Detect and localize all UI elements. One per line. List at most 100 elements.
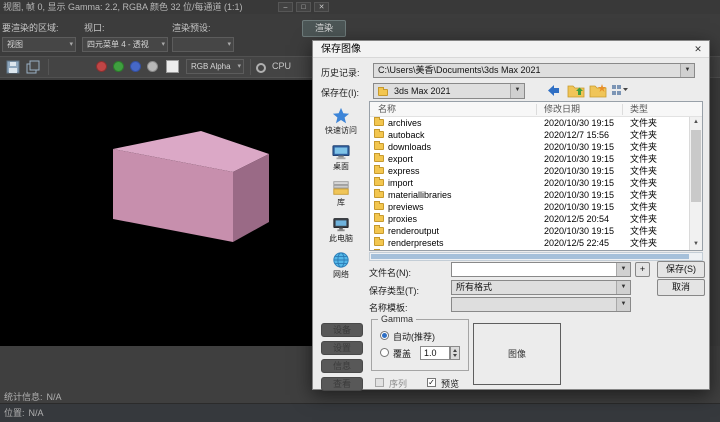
- file-row[interactable]: sceneassets 2020/10/30 19:15 文件夹: [370, 249, 689, 250]
- view-menu-button[interactable]: [611, 83, 631, 100]
- file-name: downloads: [388, 142, 432, 152]
- alpha-channel-button[interactable]: [147, 61, 158, 72]
- file-type: 文件夹: [630, 214, 658, 224]
- column-header-type[interactable]: 类型: [630, 102, 648, 116]
- setup-button[interactable]: 设置: [321, 341, 363, 355]
- sidebar-item-desktop[interactable]: 桌面: [315, 143, 367, 172]
- render-settings-icon[interactable]: [255, 61, 267, 79]
- file-row[interactable]: import 2020/10/30 19:15 文件夹: [370, 177, 689, 189]
- file-name-input[interactable]: ▼: [451, 262, 631, 277]
- history-label: 历史记录:: [321, 68, 360, 78]
- file-type: 文件夹: [630, 154, 658, 164]
- render-button[interactable]: 渲染: [302, 20, 346, 37]
- view-button[interactable]: 查看: [321, 377, 363, 391]
- sidebar-item-star[interactable]: 快速访问: [315, 107, 367, 136]
- file-row[interactable]: autoback 2020/12/7 15:56 文件夹: [370, 129, 689, 141]
- chevron-down-icon[interactable]: ▼: [616, 298, 630, 311]
- cancel-button[interactable]: 取消: [657, 279, 705, 296]
- device-button[interactable]: 设备: [321, 323, 363, 337]
- vertical-scrollbar[interactable]: [689, 117, 702, 250]
- scroll-down-icon[interactable]: [690, 239, 702, 250]
- file-name: proxies: [388, 214, 418, 224]
- library-icon: [315, 179, 367, 198]
- file-date: 2020/10/30 19:15: [544, 142, 615, 152]
- file-row[interactable]: express 2020/10/30 19:15 文件夹: [370, 165, 689, 177]
- file-name: autoback: [388, 130, 425, 140]
- clone-frame-icon[interactable]: [26, 60, 41, 80]
- gamma-auto-radio[interactable]: [380, 331, 389, 340]
- file-type: 文件夹: [630, 202, 658, 212]
- chevron-down-icon[interactable]: ▼: [680, 64, 694, 77]
- file-row[interactable]: proxies 2020/12/5 20:54 文件夹: [370, 213, 689, 225]
- sidebar-item-network[interactable]: 网络: [315, 251, 367, 280]
- sidebar-item-library[interactable]: 库: [315, 179, 367, 208]
- dialog-close-button[interactable]: ✕: [691, 43, 705, 56]
- preview-checkbox[interactable]: ✓: [427, 378, 436, 387]
- folder-icon: [374, 153, 384, 162]
- gamma-override-label: 覆盖: [393, 349, 412, 359]
- up-one-level-button[interactable]: [567, 83, 587, 100]
- save-in-combobox[interactable]: 3ds Max 2021 ▼: [373, 83, 525, 99]
- scrollbar-thumb[interactable]: [691, 130, 701, 202]
- save-button[interactable]: 保存(S): [657, 261, 705, 278]
- file-row[interactable]: previews 2020/10/30 19:15 文件夹: [370, 201, 689, 213]
- computer-icon: [315, 215, 367, 234]
- render-preset-dropdown[interactable]: [172, 37, 234, 52]
- save-image-icon[interactable]: [6, 60, 20, 80]
- file-list: 名称 修改日期 类型 archives 2020/10/30 19:15 文件夹 au…: [369, 101, 703, 251]
- add-to-history-button[interactable]: +: [635, 262, 650, 277]
- scroll-up-icon[interactable]: [690, 117, 702, 128]
- rendered-box-image: [113, 131, 269, 242]
- maximize-button[interactable]: □: [296, 2, 311, 12]
- file-date: 2020/10/30 19:15: [544, 154, 615, 164]
- close-window-button[interactable]: ✕: [314, 2, 329, 12]
- gamma-group-label: Gamma: [378, 314, 417, 324]
- area-to-render-dropdown[interactable]: 视图: [2, 37, 76, 52]
- chevron-down-icon[interactable]: ▼: [616, 281, 630, 294]
- gamma-override-radio[interactable]: [380, 348, 389, 357]
- file-name: previews: [388, 202, 424, 212]
- file-type: 文件夹: [630, 118, 658, 128]
- gamma-override-input[interactable]: 1.0: [420, 346, 450, 360]
- star-icon: [315, 107, 367, 126]
- file-type: 文件夹: [630, 190, 658, 200]
- file-row[interactable]: materiallibraries 2020/10/30 19:15 文件夹: [370, 189, 689, 201]
- sidebar-item-label: 此电脑: [329, 234, 353, 243]
- radio-dot: [382, 333, 387, 338]
- new-folder-button[interactable]: [589, 83, 609, 100]
- history-combobox[interactable]: C:\Users\美香\Documents\3ds Max 2021 ▼: [373, 63, 695, 78]
- sequence-checkbox[interactable]: [375, 378, 384, 387]
- green-channel-button[interactable]: [113, 61, 124, 72]
- position-label: 位置:: [4, 408, 25, 418]
- channel-display-dropdown[interactable]: RGB Alpha: [186, 59, 244, 74]
- column-header-name[interactable]: 名称: [378, 102, 396, 116]
- chevron-down-icon[interactable]: ▼: [616, 263, 630, 276]
- viewport-dropdown[interactable]: 四元菜单 4 - 透视: [82, 37, 168, 52]
- file-row[interactable]: renderpresets 2020/12/5 22:45 文件夹: [370, 237, 689, 249]
- file-row[interactable]: renderoutput 2020/10/30 19:15 文件夹: [370, 225, 689, 237]
- chevron-down-icon[interactable]: ▼: [510, 84, 524, 98]
- info-button[interactable]: 信息: [321, 359, 363, 373]
- name-template-combobox[interactable]: ▼: [451, 297, 631, 312]
- window-title: 视图, 帧 0, 显示 Gamma: 2.2, RGBA 颜色 32 位/每通道…: [3, 2, 243, 12]
- blue-channel-button[interactable]: [130, 61, 141, 72]
- column-header-date[interactable]: 修改日期: [544, 102, 580, 116]
- background-color-swatch[interactable]: [166, 60, 179, 73]
- minimize-button[interactable]: –: [278, 2, 293, 12]
- window-titlebar: 视图, 帧 0, 显示 Gamma: 2.2, RGBA 颜色 32 位/每通道…: [0, 0, 720, 14]
- scrollbar-thumb[interactable]: [371, 254, 689, 259]
- viewport-label: 视口:: [84, 23, 105, 33]
- sidebar-item-computer[interactable]: 此电脑: [315, 215, 367, 244]
- gamma-auto-label: 自动(推荐): [393, 332, 435, 342]
- folder-icon: [378, 87, 388, 96]
- file-row[interactable]: downloads 2020/10/30 19:15 文件夹: [370, 141, 689, 153]
- folder-icon: [374, 165, 384, 174]
- file-row[interactable]: archives 2020/10/30 19:15 文件夹: [370, 117, 689, 129]
- red-channel-button[interactable]: [96, 61, 107, 72]
- file-row[interactable]: export 2020/10/30 19:15 文件夹: [370, 153, 689, 165]
- save-image-dialog: 保存图像 ✕ 历史记录: C:\Users\美香\Documents\3ds M…: [312, 40, 710, 391]
- spinner-arrows-icon[interactable]: [450, 346, 460, 360]
- horizontal-scrollbar[interactable]: [369, 252, 703, 261]
- back-button[interactable]: [545, 83, 565, 100]
- save-as-type-combobox[interactable]: 所有格式 ▼: [451, 280, 631, 295]
